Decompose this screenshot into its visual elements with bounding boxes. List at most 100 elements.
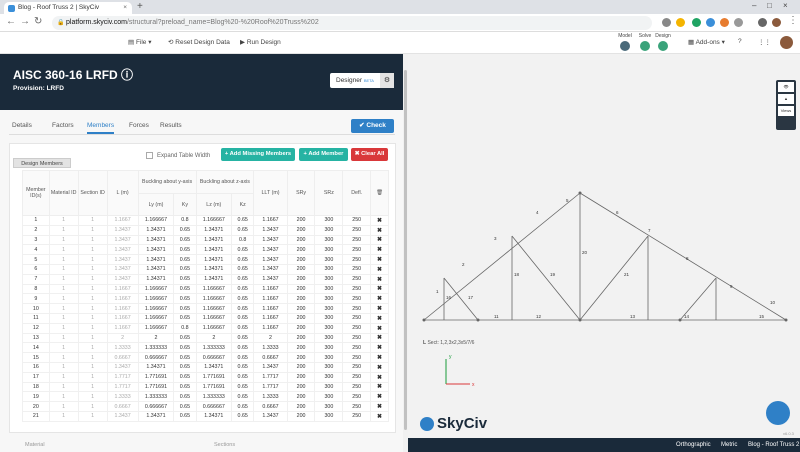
table-cell[interactable]: 1.166667	[137, 293, 175, 305]
table-cell[interactable]: 6	[22, 263, 50, 275]
table-cell[interactable]: 300	[314, 312, 344, 324]
table-cell[interactable]: 0.6667	[106, 401, 139, 412]
table-cell[interactable]: 250	[342, 303, 372, 314]
table-cell[interactable]: 250	[342, 352, 372, 363]
table-cell[interactable]: 1.34371	[137, 254, 175, 265]
table-cell[interactable]: 1.3437	[106, 244, 139, 256]
extension-icon[interactable]	[734, 18, 743, 27]
units-status[interactable]: Metric	[721, 438, 737, 452]
table-cell[interactable]: 1	[77, 312, 108, 324]
delete-row-icon[interactable]: ✖	[370, 303, 389, 314]
info-icon[interactable]: ⓘ	[121, 68, 133, 82]
table-cell[interactable]: 300	[314, 401, 344, 412]
table-cell[interactable]: 300	[314, 381, 344, 393]
table-cell[interactable]: 0.65	[231, 303, 255, 314]
table-cell[interactable]: 200	[286, 401, 316, 412]
table-cell[interactable]: 0.65	[231, 352, 255, 363]
table-cell[interactable]: 200	[286, 381, 316, 393]
table-cell[interactable]: 1.3333	[106, 342, 139, 354]
delete-row-icon[interactable]: ✖	[370, 361, 389, 373]
table-cell[interactable]: 1	[77, 215, 108, 226]
add-member-button[interactable]: + Add Member	[299, 148, 348, 161]
table-cell[interactable]: 200	[286, 244, 316, 256]
delete-row-icon[interactable]: ✖	[370, 283, 389, 295]
extension-icon[interactable]	[706, 18, 715, 27]
table-cell[interactable]: 1.3437	[106, 263, 139, 275]
table-cell[interactable]: 300	[314, 234, 344, 246]
table-cell[interactable]: 250	[342, 244, 372, 256]
delete-row-icon[interactable]: ✖	[370, 410, 389, 422]
scrollbar-thumb[interactable]	[404, 70, 407, 430]
table-cell[interactable]: 1.3437	[106, 361, 139, 373]
table-cell[interactable]: 250	[342, 263, 372, 275]
extension-icon[interactable]	[692, 18, 701, 27]
table-cell[interactable]: 0.65	[173, 273, 197, 285]
table-cell[interactable]: 300	[314, 361, 344, 373]
table-cell[interactable]: 0.65	[173, 244, 197, 256]
table-cell[interactable]: 21	[22, 410, 50, 422]
table-cell[interactable]: 0.65	[173, 381, 197, 393]
table-cell[interactable]: 200	[286, 312, 316, 324]
table-cell[interactable]: 1	[48, 263, 79, 275]
table-cell[interactable]: 1.166667	[137, 283, 175, 295]
forward-icon[interactable]: →	[20, 16, 30, 27]
table-cell[interactable]: 1.7717	[106, 371, 139, 383]
mode-design[interactable]: Design	[655, 33, 671, 51]
file-menu[interactable]: ▤ File ▾	[128, 38, 152, 46]
table-cell[interactable]: 1.34371	[195, 263, 233, 275]
table-cell[interactable]: 1.1667	[253, 303, 288, 314]
table-cell[interactable]: 1.3437	[253, 410, 288, 422]
table-cell[interactable]: 20	[22, 401, 50, 412]
table-cell[interactable]: 1	[77, 263, 108, 275]
table-cell[interactable]: 0.6667	[253, 401, 288, 412]
table-cell[interactable]: 0.65	[173, 263, 197, 275]
table-cell[interactable]: 1.3437	[106, 273, 139, 285]
table-cell[interactable]: 3	[22, 234, 50, 246]
delete-row-icon[interactable]: ✖	[370, 312, 389, 324]
table-cell[interactable]: 0.65	[231, 293, 255, 305]
table-cell[interactable]: 1	[77, 273, 108, 285]
delete-row-icon[interactable]: ✖	[370, 391, 389, 403]
delete-row-icon[interactable]: ✖	[370, 234, 389, 246]
table-cell[interactable]: 1.166667	[195, 322, 233, 334]
table-cell[interactable]: 5	[22, 254, 50, 265]
table-cell[interactable]: 0.6667	[253, 352, 288, 363]
table-cell[interactable]: 250	[342, 234, 372, 246]
table-cell[interactable]: 0.65	[231, 401, 255, 412]
table-cell[interactable]: 250	[342, 391, 372, 403]
user-avatar[interactable]	[780, 36, 793, 49]
table-cell[interactable]: 0.6667	[106, 352, 139, 363]
apps-grid-icon[interactable]: ⋮⋮	[758, 38, 771, 46]
table-cell[interactable]: 1.166667	[137, 322, 175, 334]
table-cell[interactable]: 2	[195, 332, 233, 344]
table-cell[interactable]: 1.3437	[253, 263, 288, 275]
table-cell[interactable]: 1.333333	[137, 342, 175, 354]
table-cell[interactable]: 1	[48, 303, 79, 314]
table-cell[interactable]: 7	[22, 273, 50, 285]
tab-factors[interactable]: Factors	[52, 122, 74, 129]
delete-row-icon[interactable]: ✖	[370, 332, 389, 344]
table-cell[interactable]: 0.65	[173, 234, 197, 246]
back-icon[interactable]: ←	[6, 16, 16, 27]
table-cell[interactable]: 1.771691	[195, 371, 233, 383]
table-cell[interactable]: 1.3437	[106, 234, 139, 246]
table-cell[interactable]: 1.1667	[253, 312, 288, 324]
table-cell[interactable]: 1.34371	[137, 361, 175, 373]
table-cell[interactable]: 0.65	[231, 391, 255, 403]
table-cell[interactable]: 1	[48, 254, 79, 265]
table-cell[interactable]: 1	[48, 332, 79, 344]
table-cell[interactable]: 1.166667	[195, 215, 233, 226]
delete-row-icon[interactable]: ✖	[370, 224, 389, 236]
table-cell[interactable]: 2	[253, 332, 288, 344]
table-cell[interactable]: 1	[48, 342, 79, 354]
table-cell[interactable]: 1	[77, 224, 108, 236]
table-cell[interactable]: 1.3437	[106, 254, 139, 265]
table-cell[interactable]: 300	[314, 215, 344, 226]
table-cell[interactable]: 0.65	[231, 381, 255, 393]
tab-members[interactable]: Members	[87, 122, 115, 134]
table-cell[interactable]: 0.65	[231, 361, 255, 373]
table-cell[interactable]: 200	[286, 391, 316, 403]
mode-model[interactable]: Model	[617, 33, 633, 51]
table-cell[interactable]: 1	[48, 361, 79, 373]
table-cell[interactable]: 1	[77, 371, 108, 383]
